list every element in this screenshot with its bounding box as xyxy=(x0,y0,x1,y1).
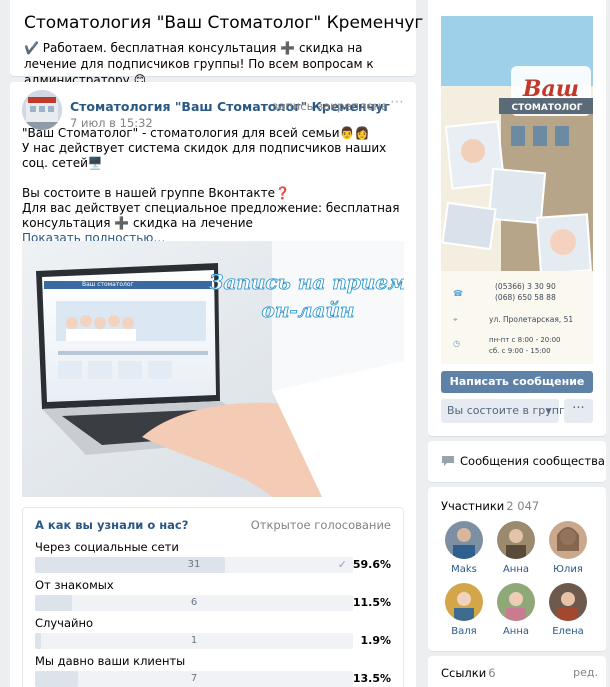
poll-option-percent: 59.6% xyxy=(352,558,391,571)
cover-address: ул. Пролетарская, 51 xyxy=(489,315,573,324)
pinned-label: запись закреплена xyxy=(272,99,388,113)
poll-option-bar: 31 ✓ xyxy=(35,557,353,573)
poll-option-bar: 6 xyxy=(35,595,353,611)
members-title[interactable]: Участники 2 047 xyxy=(441,499,539,513)
member-item[interactable]: Елена xyxy=(543,583,593,637)
cover-logo-small: СТОМАТОЛОГ xyxy=(512,103,583,113)
community-cover-image[interactable]: Ваш СТОМАТОЛОГ ☎ (05366) 3 30 90 (068) 6… xyxy=(441,16,593,364)
poll-option-percent: 13.5% xyxy=(352,672,391,685)
poll-option-bar: 1 xyxy=(35,633,353,649)
member-name: Валя xyxy=(451,626,477,637)
avatar xyxy=(497,583,535,621)
member-name: Юлия xyxy=(553,564,583,575)
post-text-line xyxy=(22,171,406,186)
poll-option-label: Через социальные сети xyxy=(35,540,179,554)
image-caption-2: он-лайн xyxy=(262,298,355,322)
poll-option-bar: 7 xyxy=(35,671,353,687)
chat-icon xyxy=(442,456,454,466)
poll-option-label: Мы давно ваши клиенты xyxy=(35,654,186,668)
more-actions-button[interactable]: ··· xyxy=(564,399,593,423)
poll: А как вы узнали о нас? Открытое голосова… xyxy=(22,507,404,687)
post-text-line: Для вас действует специальное предложени… xyxy=(22,201,400,230)
voted-check-icon: ✓ xyxy=(337,558,347,571)
post-text-line: "Ваш Стоматолог" - стоматология для всей… xyxy=(22,126,370,140)
poll-option[interactable]: Через социальные сети 31 ✓ 59.6% xyxy=(35,540,391,574)
links-edit-link[interactable]: ред. xyxy=(573,666,598,679)
poll-option-count: 31 xyxy=(187,559,201,570)
post-image[interactable]: Запись на прием он-лайн Ваш стоматолог xyxy=(22,241,404,497)
poll-option-count: 6 xyxy=(190,597,198,608)
poll-option-label: Случайно xyxy=(35,616,94,630)
image-caption-1: Запись на прием xyxy=(209,270,404,294)
members-count: 2 047 xyxy=(506,499,540,513)
poll-question: А как вы узнали о нас? xyxy=(35,518,189,532)
community-header: Стоматология "Ваш Стоматолог" Кременчуг … xyxy=(10,0,424,87)
membership-dropdown[interactable]: Вы состоите в группе ▾ xyxy=(441,399,573,423)
poll-option-count: 1 xyxy=(190,635,198,646)
links-block: Ссылки 6 ред. xyxy=(428,656,606,687)
cover-phone-1: (05366) 3 30 90 xyxy=(495,282,556,291)
poll-option-percent: 1.9% xyxy=(360,634,391,647)
members-title-label: Участники xyxy=(441,499,505,513)
member-name: Анна xyxy=(502,626,530,637)
cover-phone-2: (068) 650 58 88 xyxy=(495,293,556,302)
member-name: Анна xyxy=(502,564,530,575)
phone-icon: ☎ xyxy=(453,289,463,298)
community-status: ✔️ Работаем. бесплатная консультация ➕ с… xyxy=(24,41,374,87)
post-text-line: У нас действует система скидок для подпи… xyxy=(22,141,387,170)
poll-option-label: От знакомых xyxy=(35,578,114,592)
poll-option[interactable]: Случайно 1 1.9% xyxy=(35,616,391,650)
community-messages-label: Сообщения сообщества xyxy=(460,454,605,468)
avatar xyxy=(445,521,483,559)
poll-option[interactable]: Мы давно ваши клиенты 7 13.5% xyxy=(35,654,391,687)
post-author-avatar[interactable] xyxy=(22,90,62,130)
member-item[interactable]: Юлия xyxy=(543,521,593,575)
clock-icon: ◷ xyxy=(453,339,460,348)
member-name: Елена xyxy=(552,626,584,637)
member-item[interactable]: Валя xyxy=(439,583,489,637)
avatar xyxy=(549,583,587,621)
poll-option-count: 7 xyxy=(190,673,198,684)
avatar xyxy=(497,521,535,559)
members-block: Участники 2 047 Maks Анна Юлия Валя Анна … xyxy=(428,487,606,651)
member-item[interactable]: Анна xyxy=(491,583,541,637)
poll-option-percent: 11.5% xyxy=(352,596,391,609)
links-title[interactable]: Ссылки 6 xyxy=(441,666,496,680)
cover-hours-2: сб. с 9:00 - 15:00 xyxy=(489,347,551,355)
poll-type: Открытое голосование xyxy=(250,518,391,532)
member-item[interactable]: Анна xyxy=(491,521,541,575)
membership-label: Вы состоите в группе xyxy=(447,404,573,417)
post-text: "Ваш Стоматолог" - стоматология для всей… xyxy=(22,126,406,246)
community-title: Стоматология "Ваш Стоматолог" Кременчуг xyxy=(24,13,424,33)
post-text-line: Вы состоите в нашей группе Вконтакте❓ xyxy=(22,186,290,200)
chevron-down-icon: ▾ xyxy=(546,406,551,416)
write-message-button[interactable]: Написать сообщение xyxy=(441,371,593,393)
community-cover-card: Ваш СТОМАТОЛОГ ☎ (05366) 3 30 90 (068) 6… xyxy=(428,0,606,436)
location-icon: ⌖ xyxy=(453,315,458,324)
pinned-post: Стоматология "Ваш Стоматолог" Кременчуг … xyxy=(10,82,416,687)
avatar xyxy=(445,583,483,621)
avatar xyxy=(549,521,587,559)
site-logo-text: Ваш стоматолог xyxy=(82,281,134,288)
links-title-label: Ссылки xyxy=(441,666,487,680)
links-count: 6 xyxy=(488,666,496,680)
poll-option[interactable]: От знакомых 6 11.5% xyxy=(35,578,391,612)
member-name: Maks xyxy=(451,564,477,575)
post-menu-icon[interactable]: ⋯ xyxy=(390,94,404,110)
member-item[interactable]: Maks xyxy=(439,521,489,575)
cover-hours-1: пн-пт с 8:00 - 20:00 xyxy=(489,336,561,344)
community-messages-card[interactable]: Сообщения сообщества xyxy=(428,441,606,482)
